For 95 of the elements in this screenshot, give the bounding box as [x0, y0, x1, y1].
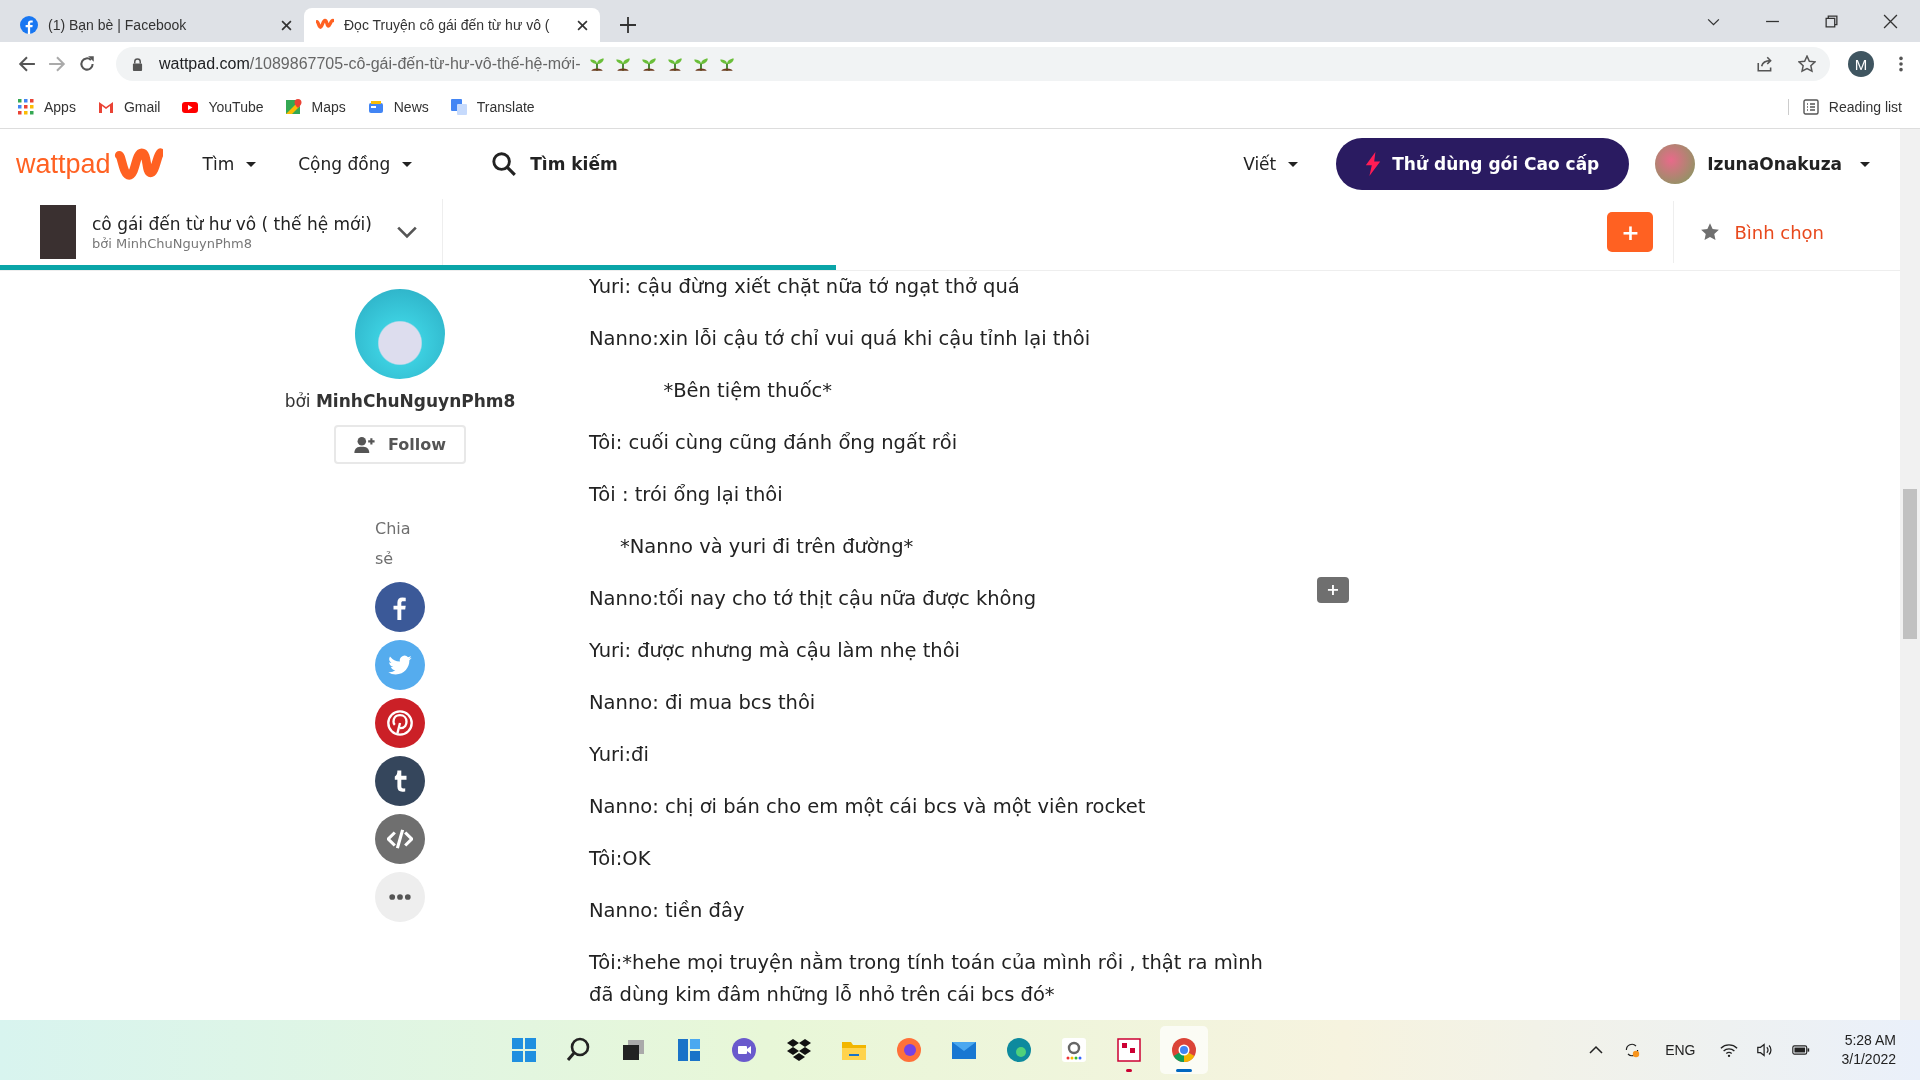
clock[interactable]: 5:28 AM 3/1/2022: [1841, 1031, 1896, 1069]
browser-tab[interactable]: Đọc Truyện cô gái đến từ hư vô (: [304, 8, 600, 42]
search-field[interactable]: Tìm kiếm: [492, 152, 618, 176]
seedling-icon: [666, 55, 685, 73]
speaker-icon[interactable]: [1755, 1042, 1774, 1058]
more-share-button[interactable]: [375, 872, 425, 922]
reading-list-button[interactable]: Reading list: [1787, 99, 1902, 115]
story-paragraph: Yuri: được nhưng mà cậu làm nhẹ thôi: [589, 638, 961, 664]
w-logo-icon: [112, 145, 163, 183]
language-indicator[interactable]: ENG: [1665, 1042, 1696, 1058]
firefox-app-icon: [894, 1036, 923, 1064]
url-text: wattpad.com/1089867705-cô-gái-đến-từ-hư-vô-thế-hệ-mới-: [159, 55, 581, 73]
battery-icon[interactable]: [1791, 1042, 1810, 1058]
start-app-icon: [509, 1036, 538, 1064]
tab-title: (1) Bạn bè | Facebook: [48, 17, 188, 33]
add-comment-button[interactable]: +: [1317, 577, 1349, 603]
share-label: Chia sẻ: [375, 518, 412, 570]
back-arrow-icon[interactable]: [18, 55, 36, 73]
bookmark-link[interactable]: Gmail: [97, 99, 161, 115]
bookmark-link[interactable]: Apps: [18, 99, 76, 115]
embed-share-button[interactable]: [375, 814, 425, 864]
seedling-icon: [692, 55, 711, 73]
new-tab-icon[interactable]: [620, 17, 636, 33]
translate-icon: [450, 99, 467, 115]
user-avatar: [1655, 144, 1696, 184]
amazon-app-icon: [1059, 1036, 1088, 1064]
story-author: bởi MinhChuNguynPhm8: [92, 235, 253, 251]
lightning-icon: [1364, 152, 1383, 176]
lock-icon: [132, 57, 143, 71]
seedling-icon: [588, 55, 607, 73]
cover-image-placeholder: [40, 205, 76, 259]
edge-app-icon: [1004, 1036, 1033, 1064]
vote-button[interactable]: Bình chọn: [1694, 220, 1830, 244]
envelope-m-icon: [97, 99, 114, 115]
tumblr-share-button[interactable]: [375, 756, 425, 806]
add-user-icon: [354, 436, 376, 453]
restore-icon[interactable]: [1824, 14, 1839, 29]
tab-title: Đọc Truyện cô gái đến từ hư vô (: [344, 17, 551, 33]
address-bar[interactable]: wattpad.com/1089867705-cô-gái-đến-từ-hư-vô-thế-hệ-mới-: [116, 47, 1830, 81]
apps-grid-icon: [18, 99, 34, 115]
story-paragraph: *Bên tiệm thuốc*: [662, 378, 833, 404]
facebook-icon: [20, 16, 38, 34]
browser-tab[interactable]: (1) Bạn bè | Facebook: [8, 8, 304, 42]
bookmark-link[interactable]: YouTube: [182, 99, 264, 115]
chevron-down-icon: [395, 225, 418, 239]
story-paragraph: Tôi: cuối cùng cũng đánh ổng ngất rồi: [589, 430, 958, 456]
write-dropdown[interactable]: Viết: [1231, 154, 1311, 174]
story-paragraph: Nanno:xin lỗi cậu tớ chỉ vui quá khi cậu tỉnh lại thôi: [589, 326, 1091, 352]
bookmark-link[interactable]: News: [367, 99, 429, 115]
facebook-share-button[interactable]: [375, 582, 425, 632]
seedling-icon: [718, 55, 737, 73]
scrollbar[interactable]: [1900, 129, 1920, 1020]
author-byline: bởi MinhChuNguynPhm8: [284, 391, 516, 411]
story-paragraph: Yuri: cậu đừng xiết chặt nữa tớ ngạt thở quá: [589, 274, 1020, 300]
bookmark-link[interactable]: Translate: [450, 99, 535, 115]
story-paragraph: Nanno: đi mua bcs thôi: [589, 690, 816, 716]
story-title: cô gái đến từ hư vô ( thế hệ mới): [92, 213, 372, 234]
newspaper-icon: [367, 99, 384, 115]
story-paragraph: Nanno: chị ơi bán cho em một cái bcs và một viên rocket: [589, 794, 1146, 820]
sync-icon[interactable]: [1623, 1042, 1642, 1058]
seedling-icon: [640, 55, 659, 73]
story-paragraph: Tôi:OK: [589, 846, 651, 872]
map-pin-icon: [285, 99, 302, 115]
story-paragraph: Tôi:*hehe mọi truyện nằm trong tính toán của mình rồi , thật ra mình đã dùng kim đâm những lỗ nhỏ trên cái bcs đó*: [589, 950, 1264, 1008]
story-paragraph: *Nanno và yuri đi trên đường*: [619, 534, 914, 560]
star-icon: [1700, 222, 1721, 242]
close-icon[interactable]: [577, 19, 588, 31]
star-icon[interactable]: [1798, 55, 1816, 73]
story-paragraph: Tôi : trói ổng lại thôi: [589, 482, 783, 508]
bookmark-link[interactable]: Maps: [285, 99, 346, 115]
search-icon: [492, 152, 517, 176]
chat-app-icon: [729, 1036, 758, 1064]
story-paragraph: Yuri:đi: [589, 742, 649, 768]
close-icon[interactable]: [1883, 14, 1898, 29]
close-icon[interactable]: [281, 19, 292, 31]
pinterest-share-button[interactable]: [375, 698, 425, 748]
play-button-icon: [182, 99, 199, 115]
nav-dropdown[interactable]: Tìm: [190, 154, 269, 174]
p-logo-icon: [387, 710, 413, 736]
seedling-icon: [614, 55, 633, 73]
tool-app-icon: [1114, 1036, 1143, 1064]
follow-button[interactable]: Follow: [334, 425, 466, 464]
list-icon: [1802, 99, 1819, 115]
share-icon[interactable]: [1756, 55, 1774, 73]
user-menu[interactable]: IzunaOnakuza: [1655, 144, 1870, 184]
story-paragraph: Nanno:tối nay cho tớ thịt cậu nữa được không: [589, 586, 1037, 612]
chrome-app-icon: [1169, 1036, 1198, 1064]
wifi-icon[interactable]: [1719, 1042, 1738, 1058]
reload-icon[interactable]: [78, 55, 96, 73]
profile-avatar[interactable]: M: [1848, 51, 1874, 77]
more-dots-icon: [387, 893, 413, 901]
chrome-taskbar-button[interactable]: [1159, 1026, 1208, 1074]
story-paragraph: Nanno: tiền đây: [589, 898, 745, 924]
premium-button[interactable]: Thử dùng gói Cao cấp: [1336, 138, 1630, 190]
nav-dropdown[interactable]: Cộng đồng: [286, 154, 425, 174]
